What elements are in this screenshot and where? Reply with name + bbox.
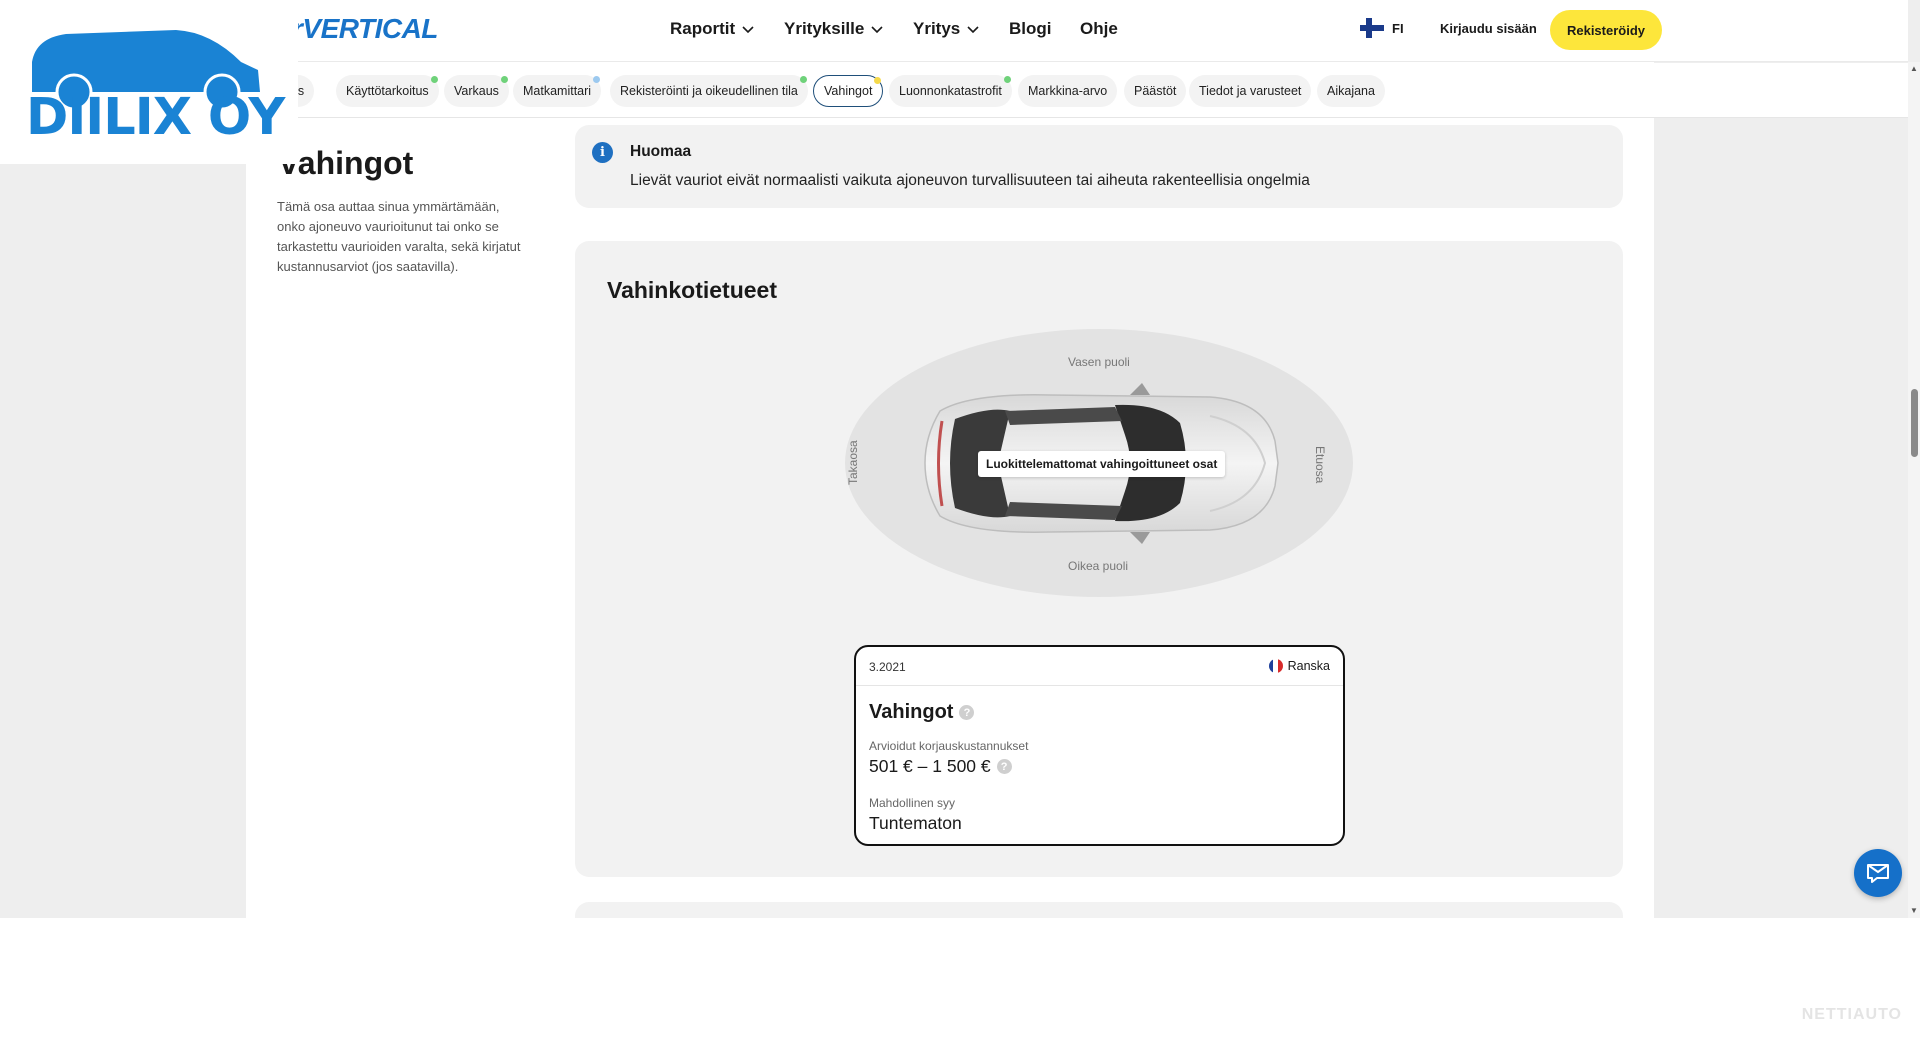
- scroll-up-icon[interactable]: ▲: [1910, 64, 1918, 73]
- nav-ohje[interactable]: Ohje: [1080, 19, 1118, 39]
- tab-label: Luonnonkatastrofit: [899, 84, 1002, 98]
- damage-record-card: 3.2021 Ranska Vahingot ? Arvioidut korja…: [854, 645, 1345, 846]
- record-date: 3.2021: [869, 660, 906, 674]
- finland-flag-icon: [1360, 18, 1384, 38]
- rear-label: Takaosa: [846, 440, 860, 485]
- tab-tiedot-ja-varusteet[interactable]: Tiedot ja varusteet: [1189, 75, 1312, 107]
- record-header: 3.2021 Ranska: [856, 647, 1343, 686]
- dealer-logo: DIILIX OY: [0, 0, 298, 164]
- language-selector[interactable]: FI: [1360, 18, 1404, 38]
- left-side-label: Vasen puoli: [1068, 355, 1130, 369]
- tab-markkina-arvo[interactable]: Markkina-arvo: [1018, 75, 1118, 107]
- chat-button[interactable]: [1854, 849, 1902, 897]
- right-side-label: Oikea puoli: [1068, 559, 1129, 573]
- tab-label: Matkamittari: [523, 84, 592, 98]
- front-label: Etuosa: [1313, 446, 1327, 484]
- language-code: FI: [1392, 20, 1404, 36]
- watermark: NETTIAUTO: [1801, 1006, 1902, 1023]
- france-flag-icon: [1268, 659, 1283, 673]
- nav-yrityksille[interactable]: Yrityksille: [784, 19, 883, 39]
- help-icon[interactable]: ?: [959, 705, 975, 720]
- tab-label: Rekisteröinti ja oikeudellinen tila: [620, 84, 798, 98]
- cost-label: Arvioidut korjauskustannukset: [869, 739, 1029, 753]
- tab-matkamittari[interactable]: Matkamittari: [513, 75, 602, 107]
- damage-tooltip: Luokittelemattomat vahingoittuneet osat: [978, 451, 1226, 477]
- nav-label: Ohje: [1080, 19, 1118, 38]
- chevron-down-icon: [967, 26, 979, 34]
- status-dot: [593, 76, 601, 83]
- tab-label: Varkaus: [454, 84, 499, 98]
- notice-text: Lievät vauriot eivät normaalisti vaikuta…: [630, 172, 1310, 189]
- tab-label: Aikajana: [1327, 84, 1375, 98]
- login-link[interactable]: Kirjaudu sisään: [1440, 21, 1537, 36]
- info-icon: i: [592, 142, 613, 163]
- notice-box: i Huomaa Lievät vauriot eivät normaalist…: [575, 125, 1623, 208]
- tab-label: Päästöt: [1134, 84, 1177, 98]
- status-dot: [874, 77, 882, 84]
- nav-label: Yrityksille: [784, 19, 865, 38]
- nav-label: Blogi: [1009, 19, 1052, 38]
- message-icon: [1867, 864, 1889, 883]
- scroll-down-icon[interactable]: ▼: [1910, 906, 1918, 915]
- chevron-down-icon: [742, 26, 754, 34]
- next-section-panel: [575, 902, 1623, 918]
- damage-records-title: Vahinkotietueet: [607, 277, 777, 303]
- record-country: Ranska: [1268, 659, 1330, 673]
- tab-luonnonkatastrofit[interactable]: Luonnonkatastrofit: [889, 75, 1012, 107]
- record-heading-text: Vahingot: [869, 701, 954, 723]
- nav-blogi[interactable]: Blogi: [1009, 19, 1052, 39]
- cost-value-text: 501 € – 1 500 €: [869, 756, 991, 776]
- status-dot: [500, 76, 508, 83]
- nav-yritys[interactable]: Yritys: [913, 19, 979, 39]
- nav-label: Yritys: [913, 19, 961, 38]
- nav-label: Raportit: [670, 19, 736, 38]
- tab-rekisterointi[interactable]: Rekisteröinti ja oikeudellinen tila: [610, 75, 808, 107]
- country-name: Ranska: [1287, 659, 1330, 673]
- tab-label: Vahingot: [824, 84, 873, 98]
- status-dot: [799, 76, 807, 83]
- status-dot: [430, 76, 438, 83]
- help-icon[interactable]: ?: [996, 759, 1012, 774]
- tab-kayttotarkoitus[interactable]: Käyttötarkoitus: [336, 75, 439, 107]
- damage-records-panel: Vahinkotietueet Vasen puoli Oikea puoli …: [575, 241, 1623, 877]
- chevron-down-icon: [871, 26, 883, 34]
- nav-raportit[interactable]: Raportit: [670, 19, 754, 39]
- tab-vahingot[interactable]: Vahingot: [813, 75, 884, 107]
- status-dot: [1003, 76, 1011, 83]
- section-description: Tämä osa auttaa sinua ymmärtämään, onko …: [277, 199, 521, 274]
- scroll-thumb[interactable]: [1911, 389, 1918, 457]
- cause-label: Mahdollinen syy: [869, 796, 956, 810]
- register-button[interactable]: Rekisteröidy: [1550, 10, 1662, 50]
- cost-value: 501 € – 1 500 € ?: [869, 756, 1012, 777]
- cause-value: Tuntematon: [869, 813, 962, 833]
- dealer-logo-text: DIILIX OY: [26, 88, 285, 147]
- tab-paastot[interactable]: Päästöt: [1124, 75, 1187, 107]
- tab-aikajana[interactable]: Aikajana: [1317, 75, 1385, 107]
- page-scrollbar[interactable]: ▲ ▼: [1908, 62, 1920, 918]
- record-heading: Vahingot ?: [869, 701, 975, 724]
- tab-label: Markkina-arvo: [1028, 84, 1108, 98]
- brand-logo[interactable]: rVERTICAL: [292, 13, 438, 45]
- tab-varkaus[interactable]: Varkaus: [444, 75, 509, 107]
- section-title: vahingot: [280, 145, 414, 181]
- tab-label: Tiedot ja varusteet: [1199, 84, 1302, 98]
- tab-label: Käyttötarkoitus: [346, 84, 429, 98]
- notice-title: Huomaa: [630, 143, 692, 160]
